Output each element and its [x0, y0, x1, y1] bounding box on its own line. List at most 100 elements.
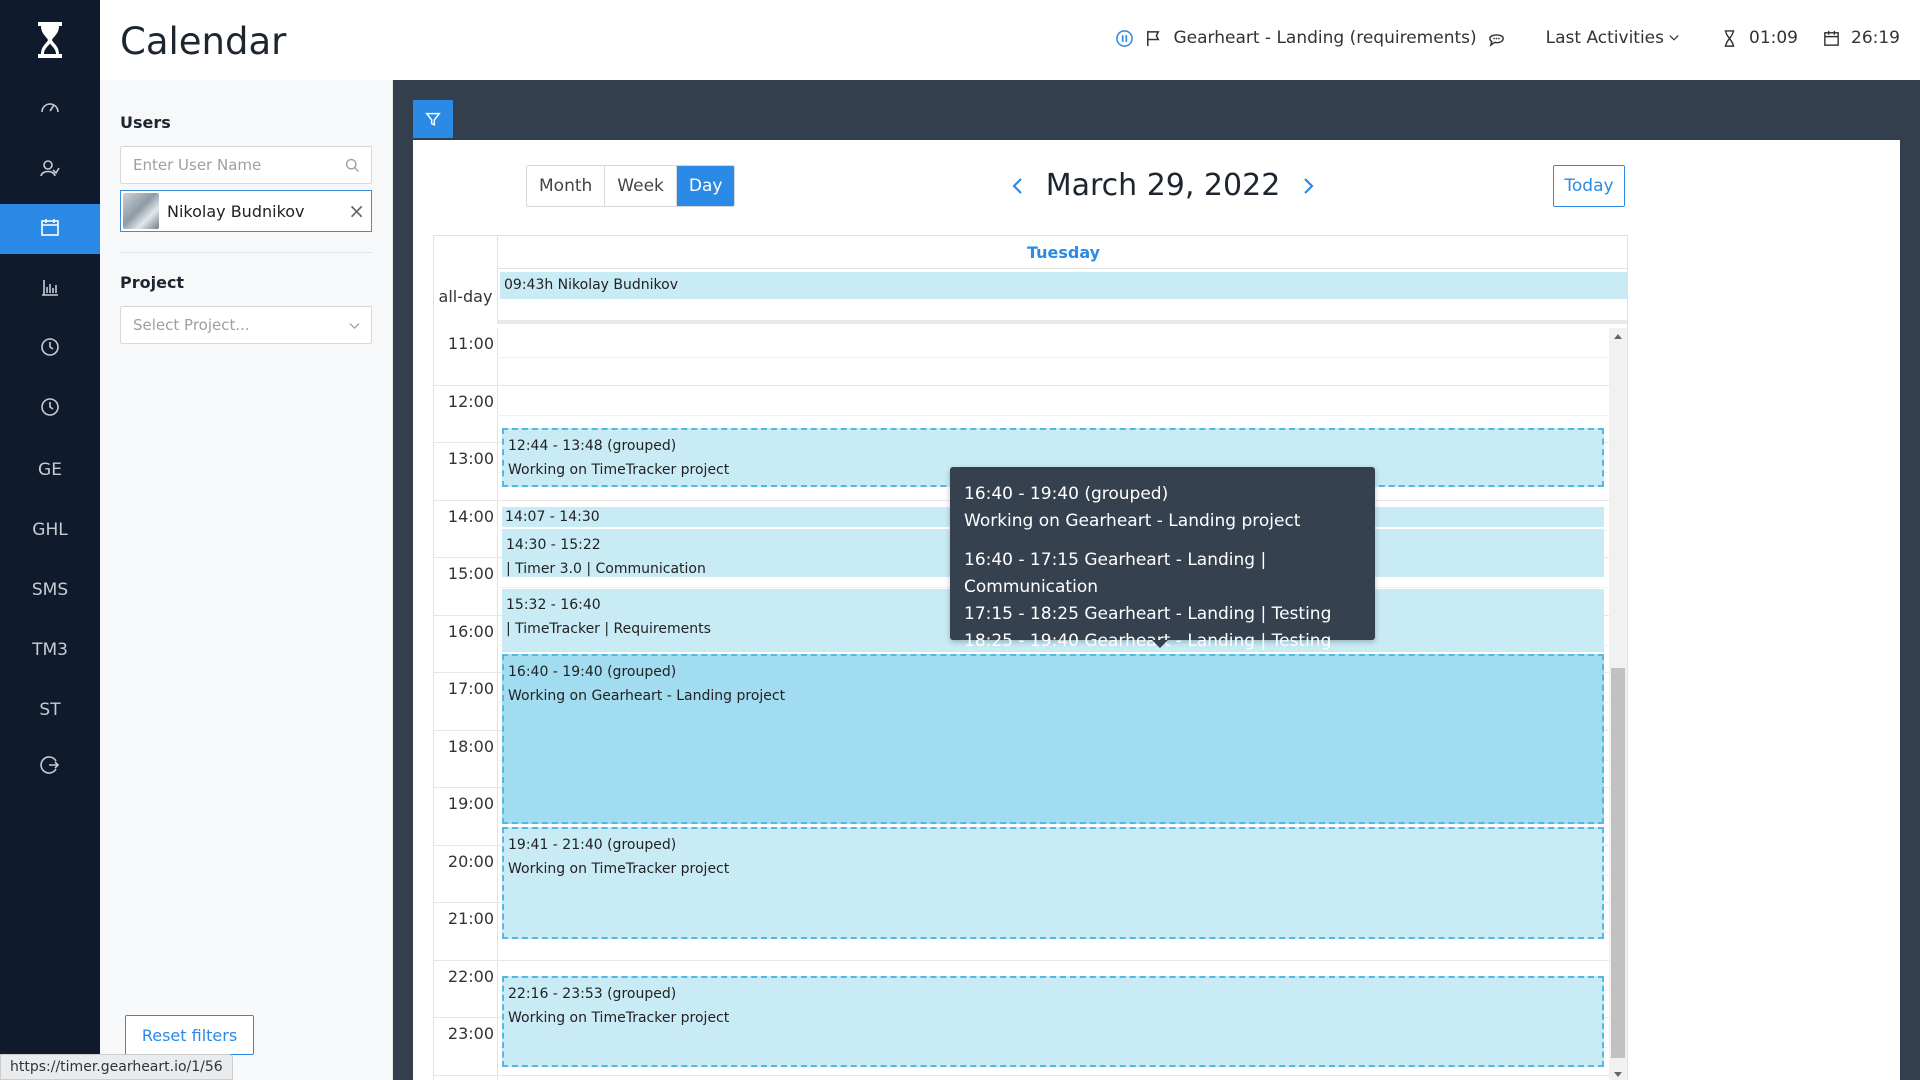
event-time: 12:44 - 13:48 (grouped): [508, 437, 677, 454]
status-bar-url: https://timer.gearheart.io/1/56: [0, 1054, 233, 1080]
filter-toggle-button[interactable]: [413, 100, 453, 138]
hour-label: 14:00: [447, 506, 494, 526]
hour-label: 19:00: [447, 794, 494, 813]
history-clock-icon: [39, 396, 61, 423]
avatar: [123, 193, 159, 229]
allday-label: all-day: [438, 287, 493, 306]
half-hour-line: [497, 414, 1609, 416]
nav-item-dashboard-icon[interactable]: [0, 85, 100, 135]
scrollbar-thumb[interactable]: [1611, 668, 1625, 1058]
event-time: 22:16 - 23:53 (grouped): [508, 985, 677, 1002]
funnel-icon: [425, 112, 441, 127]
nav-item-project-st[interactable]: ST: [0, 685, 100, 735]
tooltip-title: Working on Gearheart - Landing project: [964, 511, 1301, 531]
nav-item-users-icon[interactable]: [0, 145, 100, 195]
project-select-placeholder: Select Project...: [133, 316, 250, 334]
nav-item-project-tm3[interactable]: TM3: [0, 625, 100, 675]
tooltip-time: 16:40 - 19:40 (grouped): [964, 484, 1169, 504]
tooltip-entry: 17:15 - 18:25 Gearheart - Landing | Test…: [964, 604, 1332, 624]
view-week-button[interactable]: Week: [605, 166, 677, 206]
view-switcher: Month Week Day: [526, 165, 736, 207]
user-search-placeholder: Enter User Name: [133, 156, 262, 174]
tooltip-entry: 16:40 - 17:15 Gearheart - Landing | Comm…: [964, 550, 1267, 597]
nav-item-clock-icon[interactable]: [0, 324, 100, 374]
comment-icon[interactable]: [1487, 29, 1506, 48]
nav-item-label: ST: [39, 700, 61, 720]
half-hour-line: [497, 357, 1609, 358]
scroll-down-arrow[interactable]: [1614, 1072, 1622, 1077]
tooltip-entry: 18:25 - 19:40 Gearheart - Landing | Test…: [964, 631, 1332, 651]
user-search-input[interactable]: Enter User Name: [120, 146, 372, 184]
nav-item-calendar-icon[interactable]: [0, 204, 100, 254]
hourglass-icon: [1724, 29, 1735, 47]
nav-item-label: GE: [38, 460, 62, 480]
allday-event[interactable]: 09:43h Nikolay Budnikov: [500, 272, 1627, 299]
nav-item-label: GHL: [32, 520, 68, 540]
day-grid: Tuesday all-day 09:43h Nikolay Budnikov …: [433, 235, 1628, 1080]
selected-user-name: Nikolay Budnikov: [167, 201, 305, 221]
time-grid: 11:00 12:00 13:00 14:00 15:00 16:00 17:00 18:00…: [434, 328, 1627, 1080]
nav-item-project-ghl[interactable]: GHL: [0, 505, 100, 555]
nav-item-reports-chart-icon[interactable]: [0, 264, 100, 314]
search-icon: [345, 158, 359, 172]
clock-icon: [39, 336, 61, 363]
nav-item-project-sms[interactable]: SMS: [0, 565, 100, 615]
hour-label: 22:00: [447, 966, 494, 986]
total-time-value: 26:19: [1851, 28, 1900, 48]
hour-label: 13:00: [447, 449, 494, 468]
remove-user-close-icon[interactable]: ×: [348, 199, 365, 223]
flag-icon: [1147, 30, 1160, 46]
hour-label: 16:00: [447, 621, 494, 641]
chevron-down-icon: [349, 323, 360, 330]
event-time: 16:40 - 19:40 (grouped): [508, 663, 677, 680]
last-activities-dropdown[interactable]: Last Activities: [1546, 28, 1664, 48]
event-title: Working on Gearheart - Landing project: [508, 687, 786, 704]
today-button[interactable]: Today: [1553, 165, 1625, 207]
calendar-event[interactable]: 22:16 - 23:53 (grouped) Working on TimeTr…: [502, 975, 1604, 1067]
calendar-event[interactable]: 19:41 - 21:40 (grouped) Working on TimeTr…: [502, 827, 1604, 940]
hour-label: 18:00: [447, 736, 494, 756]
nav-item-label: TM3: [32, 640, 68, 660]
reset-filters-button[interactable]: Reset filters: [125, 1015, 254, 1055]
nav-item-history-clock-icon[interactable]: [0, 384, 100, 434]
hour-label: 15:00: [447, 564, 494, 583]
chevron-right-icon[interactable]: [1298, 176, 1318, 196]
header-status: Gearheart - Landing (requirements) Last …: [1115, 28, 1900, 48]
event-tooltip: 16:40 - 19:40 (grouped) Working on Gearh…: [950, 467, 1375, 651]
nav-item-logout-icon[interactable]: [0, 742, 100, 792]
calendar-icon: [39, 216, 61, 243]
nav-item-project-ge[interactable]: GE: [0, 445, 100, 495]
vertical-scrollbar[interactable]: [1609, 328, 1627, 1080]
day-header[interactable]: Tuesday: [497, 236, 1627, 269]
page-title: Calendar: [120, 20, 287, 63]
view-day-button[interactable]: Day: [676, 166, 735, 206]
calendar-date: March 29, 2022: [1045, 168, 1281, 203]
hour-label: 20:00: [447, 851, 494, 871]
chevron-left-icon[interactable]: [1008, 176, 1028, 196]
reports-chart-icon: [39, 276, 61, 303]
users-icon: [39, 157, 61, 184]
current-task[interactable]: Gearheart - Landing (requirements): [1173, 28, 1476, 48]
filters-panel: Users Enter User Name Nikolay Budnikov ×…: [100, 80, 393, 1080]
main-nav: GE GHL SMS TM3 ST: [0, 0, 100, 1080]
chevron-down-icon[interactable]: [1668, 32, 1680, 44]
hour-label: 12:00: [447, 391, 494, 411]
hour-label: 17:00: [447, 679, 494, 698]
view-month-button[interactable]: Month: [527, 166, 606, 206]
hour-row[interactable]: 11:00: [434, 328, 1609, 386]
dashboard-icon: [39, 97, 61, 124]
project-select[interactable]: Select Project...: [120, 306, 372, 344]
hourglass-logo-icon[interactable]: [35, 20, 65, 60]
scroll-up-arrow[interactable]: [1614, 334, 1622, 339]
divider: [120, 252, 372, 253]
timer-value: 01:09: [1749, 28, 1798, 48]
calendar-event[interactable]: 16:40 - 19:40 (grouped) Working on Gearhe…: [502, 653, 1604, 825]
hour-label: 23:00: [447, 1024, 494, 1043]
event-title: Working on TimeTracker project: [508, 861, 730, 878]
event-time: 19:41 - 21:40 (grouped): [508, 837, 677, 854]
allday-row: 09:43h Nikolay Budnikov: [497, 269, 1627, 324]
users-label: Users: [120, 113, 171, 132]
calendar-small-icon: [1824, 30, 1839, 46]
pause-icon[interactable]: [1115, 29, 1134, 48]
selected-user-tag: Nikolay Budnikov ×: [120, 190, 372, 232]
